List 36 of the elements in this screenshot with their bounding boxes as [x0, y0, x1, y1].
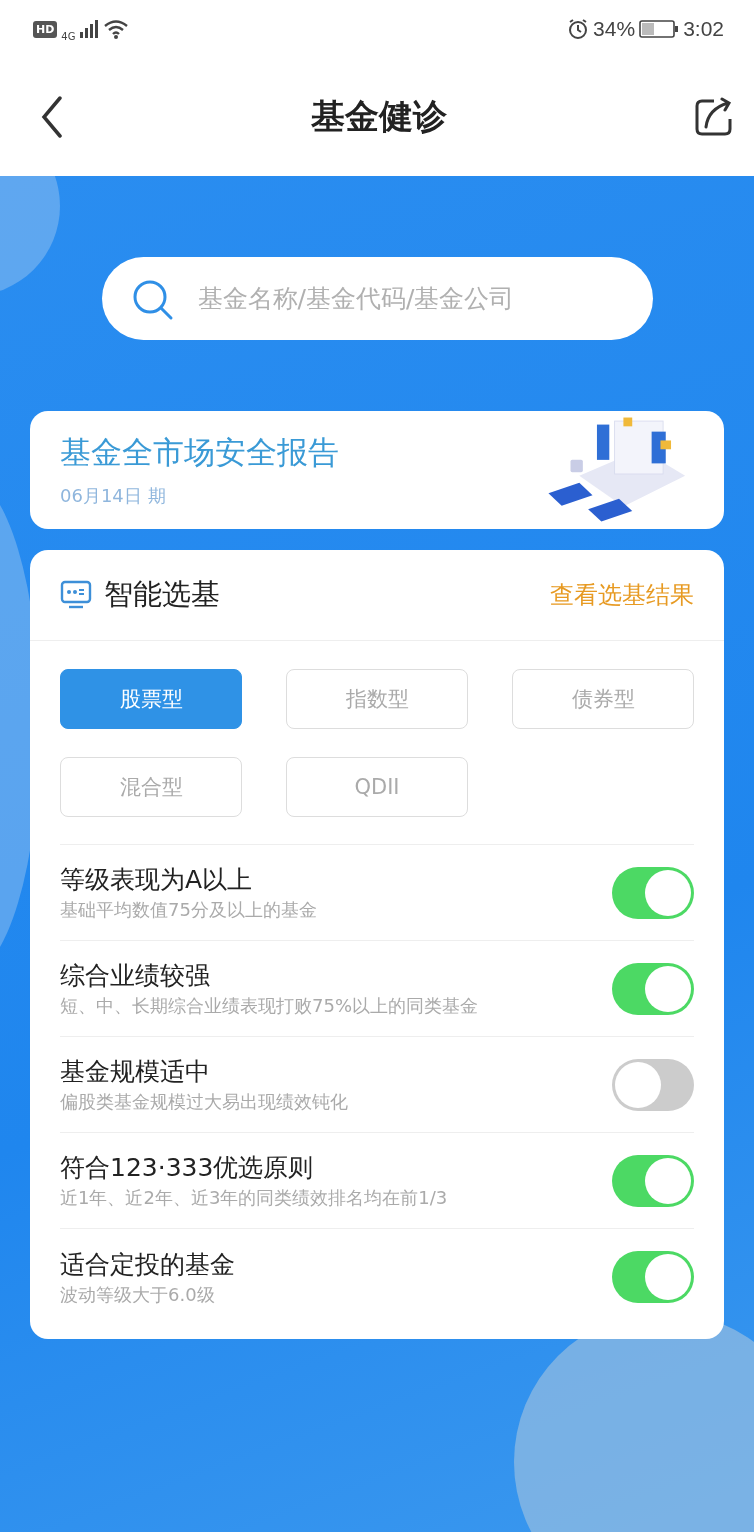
- monitor-icon: [60, 579, 92, 611]
- filter-title: 符合123·333优选原则: [60, 1152, 315, 1184]
- toggle-switch[interactable]: [612, 866, 694, 919]
- filter-title: 等级表现为A以上: [60, 864, 254, 896]
- filter-description: 短、中、长期综合业绩表现打败75%以上的同类基金: [60, 994, 478, 1018]
- signal-icon: [79, 20, 100, 38]
- report-card[interactable]: 基金全市场安全报告 06月14日 期: [30, 411, 724, 529]
- filter-title: 适合定投的基金: [60, 1248, 235, 1281]
- fund-type-option[interactable]: 指数型: [286, 669, 468, 729]
- filter-description: 基础平均数值75分及以上的基金: [60, 898, 317, 922]
- fund-type-option[interactable]: 股票型: [60, 669, 242, 729]
- network-label: 4G: [61, 30, 76, 42]
- toggle-switch[interactable]: [612, 1058, 694, 1111]
- wifi-icon: [103, 19, 130, 39]
- fund-type-option[interactable]: QDII: [286, 757, 468, 817]
- section-title: 智能选基: [104, 576, 220, 613]
- battery-icon: [639, 19, 680, 39]
- filter-description: 偏股类基金规模过大易出现绩效钝化: [60, 1090, 348, 1114]
- report-title: 基金全市场安全报告: [60, 433, 339, 472]
- battery-percent: 34%: [593, 17, 636, 41]
- view-results-link[interactable]: 查看选基结果: [550, 579, 694, 611]
- filter-description: 近1年、近2年、近3年的同类绩效排名均在前1/3: [60, 1186, 448, 1210]
- filter-description: 波动等级大于6.0级: [60, 1282, 216, 1307]
- search-field[interactable]: 基金名称/基金代码/基金公司: [101, 257, 653, 340]
- hd-badge: HD: [33, 20, 58, 38]
- toggle-switch[interactable]: [612, 1154, 694, 1207]
- filter-title: 综合业绩较强: [60, 960, 211, 992]
- toggle-switch[interactable]: [612, 962, 694, 1015]
- clock-time: 3:02: [683, 17, 724, 41]
- fund-type-option[interactable]: 债券型: [512, 669, 694, 729]
- page-title: 基金健诊: [311, 95, 447, 138]
- toggle-switch[interactable]: [612, 1251, 694, 1303]
- filter-title: 基金规模适中: [60, 1056, 211, 1088]
- report-date: 06月14日 期: [60, 484, 167, 508]
- fund-type-option[interactable]: 混合型: [60, 757, 242, 817]
- alarm-icon: [567, 18, 590, 40]
